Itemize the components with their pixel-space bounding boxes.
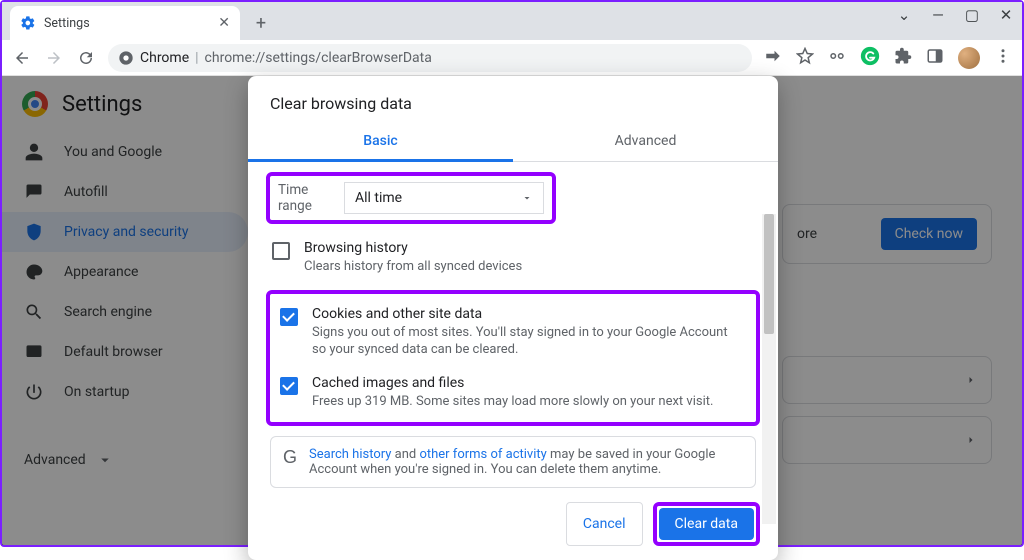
checkbox-desc: Signs you out of most sites. You'll stay… <box>312 324 732 359</box>
omnibox-scheme: Chrome <box>140 50 189 66</box>
checkbox-browsing-history[interactable] <box>272 242 290 260</box>
extension-icon-1[interactable] <box>828 47 846 69</box>
tab-basic[interactable]: Basic <box>248 121 513 161</box>
maximize-button[interactable]: ▢ <box>964 6 980 24</box>
highlighted-checkbox-group: Cookies and other site data Signs you ou… <box>266 290 760 427</box>
forward-button[interactable] <box>44 49 64 67</box>
settings-page: Settings You and Google Autofill Privacy… <box>2 76 1022 545</box>
dialog-tabs: Basic Advanced <box>248 121 778 162</box>
link-search-history[interactable]: Search history <box>309 447 391 462</box>
checkbox-cookies[interactable] <box>280 308 298 326</box>
close-tab-icon[interactable]: ✕ <box>218 15 230 31</box>
address-bar: Chrome | chrome://settings/clearBrowserD… <box>2 40 1022 76</box>
minimize-button[interactable]: — <box>930 6 946 24</box>
checkbox-title: Cookies and other site data <box>312 306 732 322</box>
omnibox[interactable]: Chrome | chrome://settings/clearBrowserD… <box>108 44 752 72</box>
info-box: G Search history and other forms of acti… <box>270 436 756 488</box>
browser-tab-settings[interactable]: Settings ✕ <box>10 6 240 40</box>
checkbox-desc: Frees up 319 MB. Some sites may load mor… <box>312 393 713 411</box>
dropdown-caret-icon <box>521 192 533 204</box>
tab-strip: Settings ✕ + ⌄ — ▢ ✕ <box>2 2 1022 40</box>
omnibox-url: chrome://settings/clearBrowserData <box>205 50 432 66</box>
profile-avatar[interactable] <box>958 47 980 69</box>
bookmark-star-icon[interactable] <box>796 47 814 69</box>
toolbar-actions <box>764 46 1012 70</box>
check-row-cookies[interactable]: Cookies and other site data Signs you ou… <box>274 298 752 367</box>
time-range-value: All time <box>355 190 402 206</box>
gear-icon <box>20 15 36 31</box>
scrollbar-thumb[interactable] <box>764 214 774 334</box>
clear-data-highlight: Clear data <box>653 502 760 546</box>
info-text: Search history and other forms of activi… <box>309 447 743 477</box>
close-window-button[interactable]: ✕ <box>998 6 1014 24</box>
dialog-actions: Cancel Clear data <box>248 488 778 546</box>
side-panel-icon[interactable] <box>926 47 944 69</box>
chrome-icon <box>118 50 134 66</box>
kebab-menu-icon[interactable] <box>994 47 1012 69</box>
time-range-row: Time range All time <box>266 172 556 224</box>
tab-advanced[interactable]: Advanced <box>513 121 778 161</box>
window-controls: ⌄ — ▢ ✕ <box>896 6 1014 24</box>
tab-title: Settings <box>44 16 90 31</box>
clear-data-button[interactable]: Clear data <box>659 508 754 540</box>
checkbox-cached[interactable] <box>280 377 298 395</box>
google-g-icon: G <box>283 447 297 468</box>
new-tab-button[interactable]: + <box>246 8 276 38</box>
cancel-button[interactable]: Cancel <box>566 502 643 546</box>
time-range-label: Time range <box>278 182 330 214</box>
back-button[interactable] <box>12 49 32 67</box>
dialog-body: Time range All time Browsing history Cle… <box>248 162 778 488</box>
checkbox-title: Browsing history <box>304 240 522 256</box>
grammarly-icon[interactable] <box>860 46 880 70</box>
clear-browsing-data-dialog: Clear browsing data Basic Advanced Time … <box>248 76 778 560</box>
dialog-title: Clear browsing data <box>248 76 778 121</box>
check-row-cached[interactable]: Cached images and files Frees up 319 MB.… <box>274 367 752 419</box>
caret-down-icon[interactable]: ⌄ <box>896 6 912 24</box>
reload-button[interactable] <box>76 49 96 67</box>
share-icon[interactable] <box>764 47 782 69</box>
check-row-browsing-history[interactable]: Browsing history Clears history from all… <box>266 232 760 284</box>
link-other-activity[interactable]: other forms of activity <box>419 447 546 462</box>
checkbox-desc: Clears history from all synced devices <box>304 258 522 276</box>
dialog-scrollbar[interactable] <box>762 214 776 524</box>
extensions-puzzle-icon[interactable] <box>894 47 912 69</box>
checkbox-title: Cached images and files <box>312 375 713 391</box>
time-range-select[interactable]: All time <box>344 182 544 214</box>
